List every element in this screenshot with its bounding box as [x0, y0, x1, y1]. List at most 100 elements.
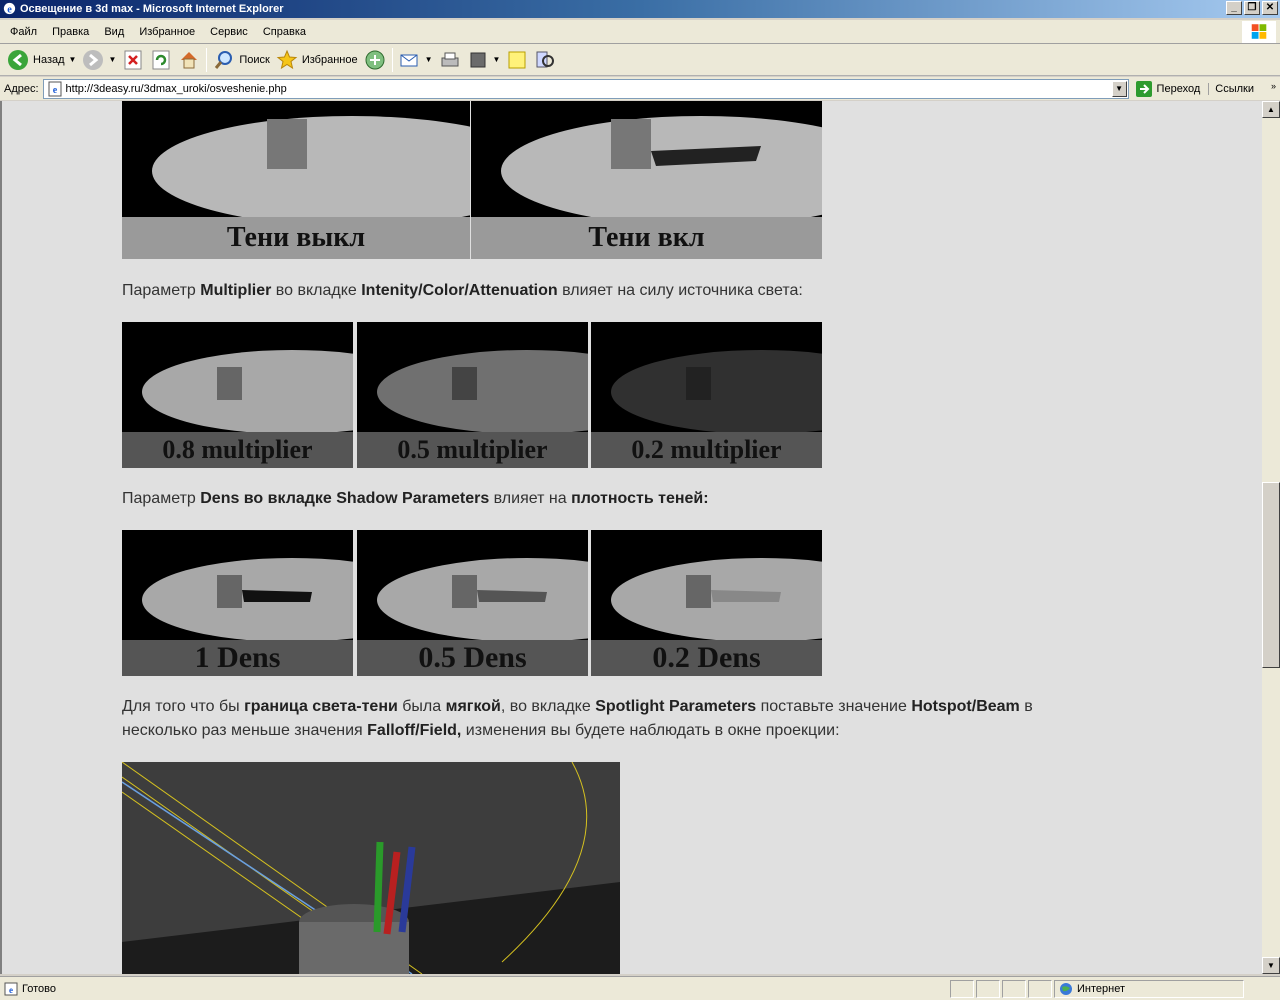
bold-text: плотность теней:	[571, 490, 709, 507]
render-shadows-off: Тени выкл	[122, 101, 470, 259]
svg-text:e: e	[7, 4, 12, 15]
bold-text: Multiplier	[200, 282, 272, 299]
windows-logo-icon	[1242, 21, 1276, 43]
forward-arrow-icon	[83, 49, 104, 70]
standard-toolbar: Назад ▼ ▼ Поиск Избранное ▼ ▼	[0, 44, 1280, 76]
research-icon	[536, 51, 555, 67]
search-button[interactable]: Поиск	[210, 46, 272, 74]
render-multiplier-08: 0.8 multiplier	[122, 322, 353, 468]
status-bar: e Готово Интернет	[0, 976, 1280, 1000]
mail-icon	[400, 54, 418, 66]
vertical-scrollbar[interactable]: ▲ ▼	[1262, 101, 1280, 974]
minimize-button[interactable]: _	[1226, 1, 1242, 15]
printer-icon	[441, 52, 459, 66]
go-arrow-icon	[1135, 80, 1152, 97]
favorites-button[interactable]: Избранное	[273, 46, 361, 74]
stop-button[interactable]	[119, 46, 147, 74]
window-title: Освещение в 3d max - Microsoft Internet …	[20, 3, 284, 15]
address-url: http://3deasy.ru/3dmax_uroki/osveshenie.…	[65, 82, 287, 95]
mail-button[interactable]: ▼	[396, 46, 436, 74]
bold-text: Intenity/Color/Attenuation	[361, 282, 558, 299]
image-caption: Тени выкл	[226, 222, 366, 253]
status-panel	[1002, 979, 1026, 998]
search-icon	[215, 50, 233, 69]
go-button[interactable]: Переход	[1135, 80, 1200, 98]
media-icon	[365, 50, 385, 69]
scroll-up-button[interactable]: ▲	[1262, 101, 1280, 118]
home-icon	[181, 51, 198, 68]
zone-label: Интернет	[1077, 982, 1125, 995]
links-button[interactable]: Ссылки	[1208, 82, 1254, 95]
text: влияет на	[489, 490, 572, 507]
chevron-down-icon[interactable]: ▼	[69, 55, 77, 64]
refresh-icon	[152, 50, 170, 69]
page-icon: e	[4, 982, 18, 995]
media-button[interactable]	[361, 46, 389, 74]
refresh-button[interactable]	[147, 46, 175, 74]
viewport-screenshot	[122, 762, 620, 974]
title-bar: e Освещение в 3d max - Microsoft Interne…	[0, 0, 1280, 18]
stop-icon	[124, 50, 142, 69]
address-dropdown-button[interactable]: ▼	[1111, 80, 1127, 97]
bold-text: Dens во вкладке Shadow Parameters	[200, 490, 490, 507]
paragraph-dens: Параметр Dens во вкладке Shadow Paramete…	[122, 487, 1102, 511]
image-caption: 0.5 multiplier	[397, 435, 548, 464]
search-label: Поиск	[239, 53, 270, 66]
text: , во вкладке	[500, 698, 596, 715]
chevron-down-icon[interactable]: ▼	[425, 55, 433, 64]
status-panel	[950, 979, 974, 998]
text: Параметр	[122, 282, 201, 299]
address-bar: Адрес: e http://3deasy.ru/3dmax_uroki/os…	[0, 77, 1280, 100]
text: изменения вы будете наблюдать в окне про…	[461, 722, 840, 739]
scroll-down-button[interactable]: ▼	[1262, 957, 1280, 974]
chevron-right-icon[interactable]: »	[1271, 81, 1276, 91]
render-dens-05: 0.5 Dens	[357, 530, 588, 676]
forward-button[interactable]: ▼	[79, 46, 119, 74]
edit-button[interactable]: ▼	[464, 46, 504, 74]
render-multiplier-05: 0.5 multiplier	[357, 322, 588, 468]
edit-icon	[470, 52, 486, 67]
ie-icon: e	[3, 2, 16, 15]
address-input[interactable]: e http://3deasy.ru/3dmax_uroki/osvesheni…	[42, 78, 1129, 99]
status-text-area: e Готово	[0, 982, 948, 996]
address-label: Адрес:	[4, 82, 39, 95]
text: во вкладке	[271, 282, 362, 299]
page-viewport: Тени выкл Тени вкл Параметр Multiplier в…	[0, 101, 1262, 974]
star-icon	[276, 49, 298, 69]
chevron-down-icon[interactable]: ▼	[108, 55, 116, 64]
chevron-down-icon[interactable]: ▼	[493, 55, 501, 64]
back-button[interactable]: Назад ▼	[4, 46, 79, 74]
close-button[interactable]: ✕	[1262, 1, 1278, 15]
menu-edit[interactable]: Правка	[46, 20, 95, 44]
print-button[interactable]	[436, 46, 464, 74]
status-panel	[976, 979, 1000, 998]
image-caption: 0.2 Dens	[652, 641, 761, 674]
image-caption: Тени вкл	[588, 222, 705, 253]
svg-text:e: e	[9, 985, 13, 995]
menu-file[interactable]: Файл	[4, 20, 43, 44]
scrollbar-thumb[interactable]	[1262, 482, 1280, 668]
text: была	[397, 698, 446, 715]
note-icon	[508, 51, 526, 68]
paragraph-multiplier: Параметр Multiplier во вкладке Intenity/…	[122, 279, 1102, 303]
render-shadows-on: Тени вкл	[471, 101, 822, 259]
menu-view[interactable]: Вид	[98, 20, 130, 44]
image-caption: 0.5 Dens	[418, 641, 527, 674]
menu-favorites[interactable]: Избранное	[133, 20, 201, 44]
bold-text: граница света-тени	[244, 698, 398, 715]
bold-text: мягкой	[445, 698, 501, 715]
menu-bar: Файл Правка Вид Избранное Сервис Справка	[0, 20, 1280, 44]
maximize-button[interactable]: ❐	[1244, 1, 1260, 15]
menu-help[interactable]: Справка	[257, 20, 312, 44]
image-caption: 1 Dens	[194, 641, 281, 674]
toolbar-separator	[391, 47, 393, 72]
toolbar-separator	[206, 47, 208, 72]
discuss-button[interactable]	[503, 46, 531, 74]
render-dens-02: 0.2 Dens	[591, 530, 822, 676]
menu-tools[interactable]: Сервис	[204, 20, 254, 44]
image-caption: 0.2 multiplier	[631, 435, 782, 464]
status-text: Готово	[22, 982, 56, 995]
research-button[interactable]	[531, 46, 559, 74]
image-caption: 0.8 multiplier	[162, 435, 313, 464]
home-button[interactable]	[175, 46, 203, 74]
